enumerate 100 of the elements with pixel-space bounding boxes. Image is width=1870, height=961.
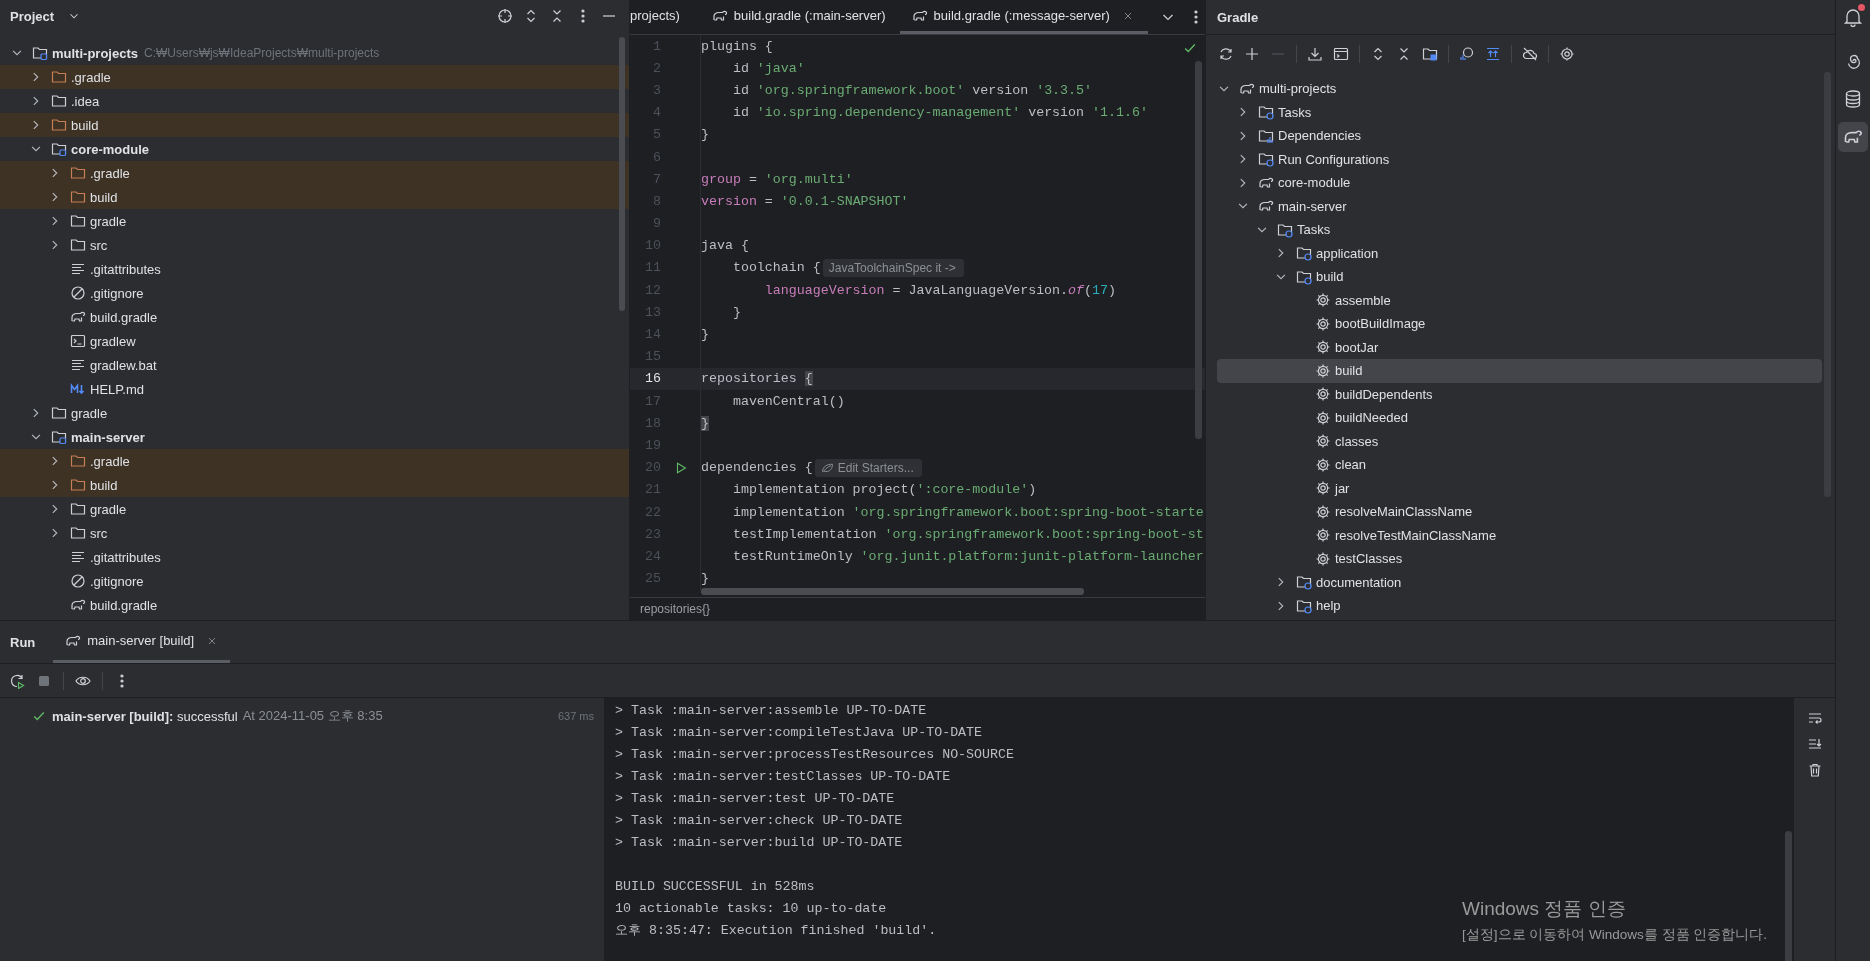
tree-item-label[interactable]: gradlew.bat — [90, 357, 157, 373]
breadcrumb[interactable]: repositories{} — [640, 602, 711, 616]
folder-icon — [51, 117, 67, 133]
tree-item-label[interactable]: bootBuildImage — [1335, 316, 1426, 332]
bell-icon[interactable] — [1843, 7, 1863, 27]
tree-item-label[interactable]: build — [71, 117, 99, 133]
tree-item-label[interactable]: gradle — [90, 501, 127, 517]
tree-item-label[interactable]: .gradle — [90, 453, 130, 469]
tree-item-label[interactable]: documentation — [1316, 574, 1402, 590]
tree-item-label[interactable]: .idea — [71, 93, 100, 109]
tree-item-label[interactable]: build — [1335, 363, 1363, 379]
tree-item-label[interactable]: Dependencies — [1278, 128, 1362, 144]
tree-item-label[interactable]: clean — [1335, 457, 1367, 473]
tree-item-label[interactable]: gradle — [71, 405, 108, 421]
gear-icon — [1315, 550, 1331, 567]
code-line: } — [701, 571, 709, 587]
code-line: plugins { — [701, 38, 773, 54]
code-line: } — [701, 127, 709, 143]
arrows-up-icon[interactable] — [1485, 45, 1501, 62]
code-line: implementation 'org.springframework.boot:spring-boot-starte — [731, 504, 1204, 520]
cloud-off-icon[interactable] — [1522, 45, 1538, 62]
settings-icon[interactable] — [1559, 45, 1575, 62]
tree-item-label[interactable]: .gitignore — [90, 573, 144, 589]
tree-item-label[interactable]: multi-projects — [1259, 81, 1337, 97]
scrollbar[interactable] — [1195, 61, 1202, 439]
rerun-icon[interactable] — [9, 672, 25, 689]
editor-tab[interactable]: projects) — [630, 0, 700, 34]
run-tab[interactable]: main-server [build] — [53, 621, 231, 663]
tree-item-label[interactable]: resolveTestMainClassName — [1335, 527, 1497, 543]
tree-item-label[interactable]: build — [1316, 269, 1344, 285]
elephant-icon — [70, 597, 86, 613]
tree-item-label[interactable]: .gitignore — [90, 285, 144, 301]
code-line: toolchain { — [731, 260, 821, 276]
scrollbar[interactable] — [1785, 831, 1792, 961]
path-hint: C:₩Users₩js₩IdeaProjects₩multi-projects — [143, 46, 380, 60]
folder-icon — [70, 213, 86, 229]
download-icon[interactable] — [1307, 45, 1323, 62]
scrollbar[interactable] — [701, 588, 1084, 595]
inlay-hint[interactable]: JavaToolchainSpec it -> — [822, 258, 964, 277]
scrollbar[interactable] — [619, 37, 625, 311]
tree-item-label[interactable]: src — [90, 237, 108, 253]
tree-item-label[interactable]: Tasks — [1278, 104, 1312, 120]
text-file-icon — [70, 357, 86, 373]
tree-item-label[interactable]: bootJar — [1335, 339, 1379, 355]
database-icon[interactable] — [1843, 89, 1863, 109]
tree-item-label[interactable]: multi-projects — [52, 45, 138, 61]
tree-item-label[interactable]: assemble — [1335, 292, 1391, 308]
tree-item-label[interactable]: main-server — [1278, 198, 1347, 214]
editor-tab[interactable]: build.gradle (:message-server) — [899, 0, 1148, 34]
folder-icon — [70, 189, 86, 205]
tree-item-label[interactable]: gradle — [90, 213, 127, 229]
tree-item-label[interactable]: buildNeeded — [1335, 410, 1408, 426]
plus-icon[interactable] — [1244, 45, 1260, 62]
console-line: 10 actionable tasks: 10 up-to-date — [615, 900, 887, 918]
tree-item-label[interactable]: .gradle — [71, 69, 111, 85]
soft-wrap-icon[interactable] — [1806, 710, 1823, 726]
check-icon[interactable] — [1183, 41, 1197, 55]
folder-icon — [70, 525, 86, 541]
reload-icon[interactable] — [1218, 45, 1234, 62]
editor-tab[interactable]: build.gradle (:main-server) — [699, 0, 900, 34]
selected-row[interactable]: build — [1217, 359, 1822, 383]
tree-item-label[interactable]: build.gradle — [90, 597, 158, 613]
terminal-icon — [70, 333, 86, 349]
folder-grid-icon[interactable] — [1422, 45, 1438, 62]
tree-item-label[interactable]: Run Configurations — [1278, 151, 1390, 167]
tree-item-label[interactable]: build.gradle — [90, 309, 158, 325]
analyze-icon[interactable] — [1459, 45, 1475, 62]
tree-item-label[interactable]: .gitattributes — [90, 261, 161, 277]
tree-item-label[interactable]: classes — [1335, 433, 1379, 449]
tree-item-label[interactable]: main-server — [71, 429, 145, 445]
folder-icon — [70, 165, 86, 181]
panel-title[interactable]: Project — [10, 8, 55, 24]
tree-item-label[interactable]: application — [1316, 245, 1379, 261]
tree-item-label[interactable]: gradlew — [90, 333, 136, 349]
window-icon[interactable] — [1333, 45, 1349, 62]
tree-item-label[interactable]: .gitattributes — [90, 549, 161, 565]
inlay-hint[interactable]: Edit Starters... — [814, 458, 922, 477]
tree-item-label[interactable]: jar — [1335, 480, 1350, 496]
locate-icon[interactable] — [497, 8, 513, 24]
tree-item-label[interactable]: testClasses — [1335, 551, 1403, 567]
scroll-to-end-icon[interactable] — [1806, 736, 1823, 752]
tree-item-label[interactable]: resolveMainClassName — [1335, 504, 1473, 520]
folder-icon — [70, 453, 86, 469]
tree-item-label[interactable]: core-module — [71, 141, 149, 157]
dependencies-folder-icon — [1258, 127, 1274, 144]
tree-item-label[interactable]: core-module — [1278, 175, 1351, 191]
tree-item-label[interactable]: Tasks — [1297, 222, 1331, 238]
tree-item-label[interactable]: .gradle — [90, 165, 130, 181]
tree-item-label[interactable]: HELP.md — [90, 381, 144, 397]
tree-item-label[interactable]: build — [90, 477, 118, 493]
tree-item-label[interactable]: buildDependents — [1335, 386, 1433, 402]
tree-item-label[interactable]: src — [90, 525, 108, 541]
tree-item-label[interactable]: help — [1316, 598, 1341, 614]
tree-item-label[interactable]: build — [90, 189, 118, 205]
code-line: repositories { — [701, 371, 813, 387]
console-line: > Task :main-server:test UP-TO-DATE — [615, 790, 895, 808]
task-folder-icon — [1296, 245, 1312, 262]
task-folder-icon — [1296, 268, 1312, 285]
panel-title: Gradle — [1217, 9, 1259, 25]
run-result-row[interactable]: main-server [build]: successful At 2024-11-05 오후 8:35 637 ms — [0, 704, 604, 728]
